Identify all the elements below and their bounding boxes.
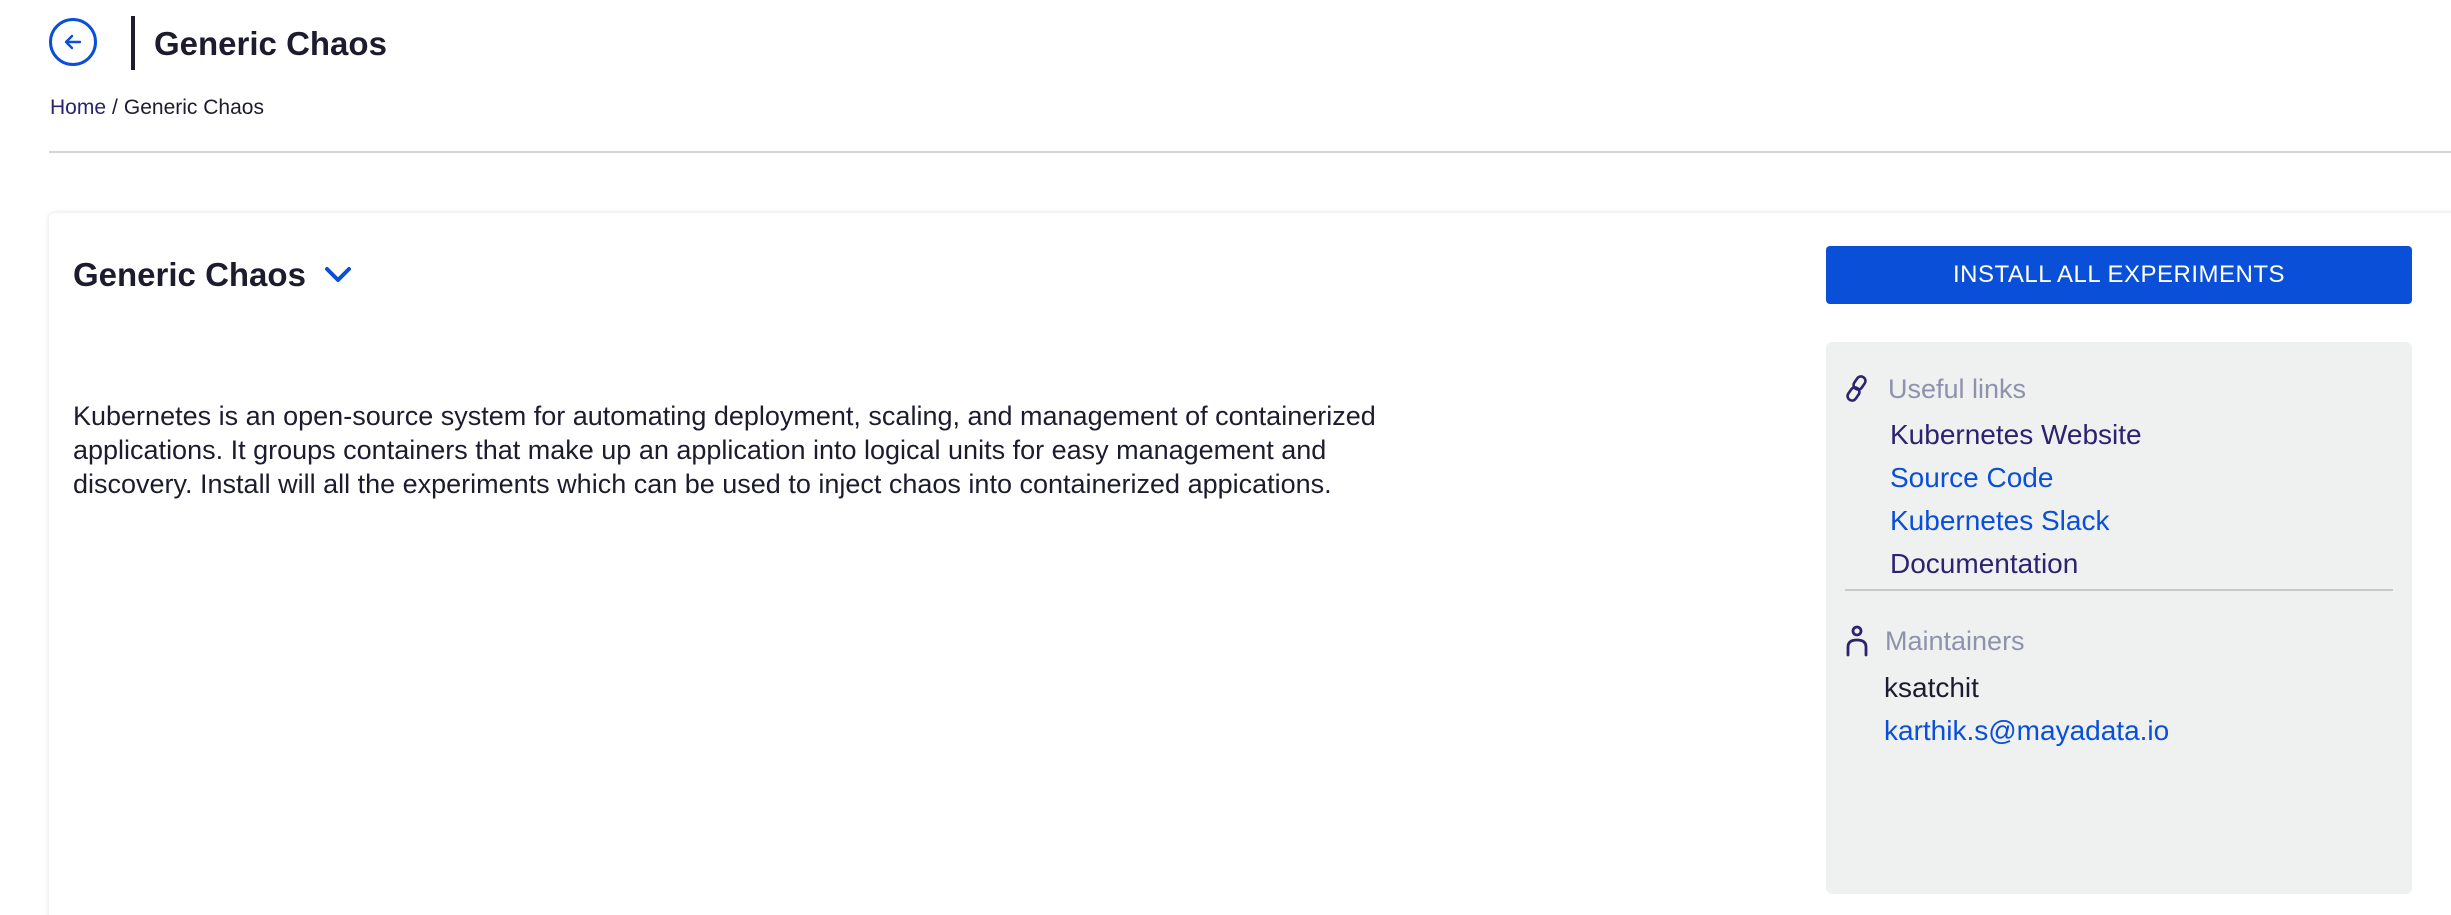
- breadcrumb-home-link[interactable]: Home: [50, 96, 106, 119]
- breadcrumb-separator: /: [112, 96, 118, 119]
- back-button[interactable]: [49, 18, 97, 66]
- maintainer-name: ksatchit: [1884, 672, 1979, 703]
- title-divider: [131, 16, 135, 70]
- page-title: Generic Chaos: [154, 25, 387, 62]
- hub-detail-page: Generic Chaos Home / Generic Chaos Generic…: [0, 0, 2451, 915]
- breadcrumb: Home / Generic Chaos: [50, 94, 264, 122]
- arrow-left-icon: [64, 34, 82, 50]
- chart-heading-toggle[interactable]: Generic Chaos: [73, 253, 354, 297]
- info-side-panel: Useful links Kubernetes Website Source C…: [1826, 342, 2412, 894]
- chevron-down-icon: [324, 265, 354, 285]
- person-icon: [1843, 625, 1871, 657]
- link-source-code[interactable]: Source Code: [1890, 456, 2142, 499]
- maintainers-title: Maintainers: [1885, 626, 2025, 656]
- breadcrumb-current: Generic Chaos: [123, 96, 264, 119]
- link-documentation[interactable]: Documentation: [1890, 542, 2142, 585]
- useful-links-list: Kubernetes Website Source Code Kubernete…: [1890, 413, 2142, 585]
- link-kubernetes-website[interactable]: Kubernetes Website: [1890, 413, 2142, 456]
- maintainers-header: Maintainers: [1843, 624, 2025, 658]
- chart-detail-card: Generic Chaos Kubernetes is an open-sour…: [49, 213, 2451, 915]
- useful-links-header: Useful links: [1843, 372, 2026, 406]
- install-all-experiments-button[interactable]: INSTALL ALL EXPERIMENTS: [1826, 246, 2412, 304]
- useful-links-title: Useful links: [1888, 374, 2027, 404]
- maintainers-list: ksatchit karthik.s@mayadata.io: [1884, 666, 2169, 752]
- maintainer-email-link[interactable]: karthik.s@mayadata.io: [1884, 709, 2169, 752]
- chart-description: Kubernetes is an open-source system for …: [73, 401, 1376, 499]
- header-divider: [49, 151, 2451, 153]
- chart-heading: Generic Chaos: [73, 256, 306, 293]
- link-kubernetes-slack[interactable]: Kubernetes Slack: [1890, 499, 2142, 542]
- link-icon: [1843, 373, 1871, 405]
- panel-divider: [1845, 589, 2393, 591]
